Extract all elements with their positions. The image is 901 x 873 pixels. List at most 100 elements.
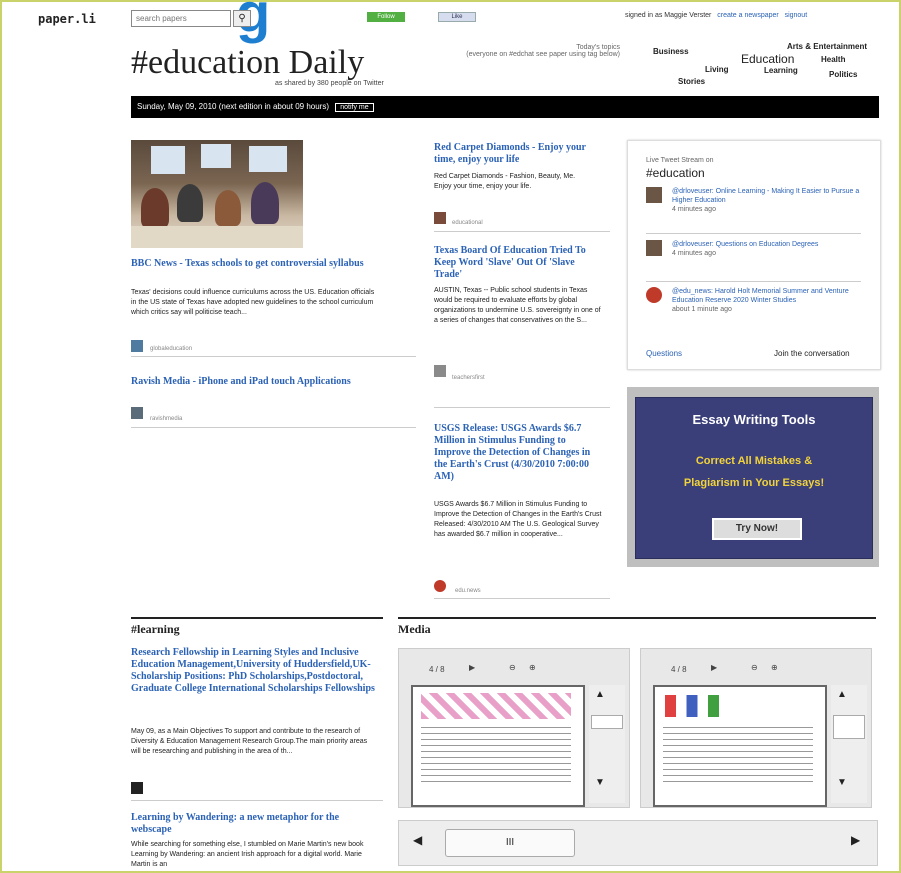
section-rule bbox=[398, 617, 876, 619]
source-avatar[interactable] bbox=[434, 212, 446, 224]
source-avatar[interactable] bbox=[131, 340, 143, 352]
document-page bbox=[411, 685, 585, 807]
tweet-item: @drloveuser: Online Learning - Making It… bbox=[646, 187, 861, 229]
ad-title: Essay Writing Tools bbox=[692, 412, 816, 427]
topic-business[interactable]: Business bbox=[653, 47, 689, 56]
section-rule bbox=[131, 617, 383, 619]
join-conversation-link[interactable]: Join the conversation bbox=[774, 349, 850, 358]
topic-stories[interactable]: Stories bbox=[678, 77, 705, 86]
horizontal-scrollbar[interactable]: ◀ III ▶ bbox=[398, 820, 878, 866]
scroll-down-icon[interactable]: ▼ bbox=[595, 777, 605, 788]
avatar[interactable] bbox=[646, 187, 662, 203]
search-input[interactable] bbox=[131, 10, 231, 27]
topic-politics[interactable]: Politics bbox=[829, 70, 857, 79]
follow-button[interactable]: Follow bbox=[367, 12, 405, 22]
vertical-scrollbar[interactable]: ▲ ▼ bbox=[831, 685, 867, 803]
viewer-toolbar: 4 / 8 ▶ ⊖ ⊕ bbox=[641, 659, 871, 675]
divider bbox=[434, 231, 610, 232]
tweet-stream-panel: Live Tweet Stream on #education @drloveu… bbox=[627, 140, 881, 370]
scroll-right-icon[interactable]: ▶ bbox=[851, 833, 860, 847]
page-title: #education Daily bbox=[131, 44, 365, 81]
questions-link[interactable]: Questions bbox=[646, 349, 682, 358]
scroll-thumb[interactable] bbox=[591, 715, 623, 729]
next-page-icon[interactable]: ▶ bbox=[469, 663, 475, 672]
chart-thumbnail bbox=[665, 695, 719, 717]
zoom-out-icon[interactable]: ⊖ bbox=[751, 663, 758, 672]
divider bbox=[646, 233, 861, 234]
ad-try-now-button[interactable]: Try Now! bbox=[712, 518, 802, 540]
article-title-link[interactable]: Texas Board Of Education Tried To Keep W… bbox=[434, 245, 604, 281]
advertisement[interactable]: Essay Writing Tools Correct All Mistakes… bbox=[627, 387, 879, 567]
notify-button[interactable]: notify me bbox=[335, 103, 374, 112]
divider bbox=[131, 427, 416, 428]
edition-bar: Sunday, May 09, 2010 (next edition in ab… bbox=[131, 96, 879, 118]
divider bbox=[646, 281, 861, 282]
topic-learning[interactable]: Learning bbox=[764, 66, 798, 75]
article-description: Red Carpet Diamonds - Fashion, Beauty, M… bbox=[434, 173, 576, 190]
page-counter: 4 / 8 bbox=[671, 665, 687, 674]
scroll-thumb[interactable]: III bbox=[445, 829, 575, 857]
like-button[interactable]: Like bbox=[438, 12, 476, 22]
topic-health[interactable]: Health bbox=[821, 55, 845, 64]
article-description: AUSTIN, Texas -- Public school students … bbox=[434, 287, 601, 324]
topic-arts[interactable]: Arts & Entertainment bbox=[787, 42, 867, 51]
source-avatar[interactable] bbox=[434, 365, 446, 377]
scroll-left-icon[interactable]: ◀ bbox=[413, 833, 422, 847]
section-heading-learning: #learning bbox=[131, 622, 180, 636]
divider bbox=[131, 356, 416, 357]
create-newspaper-link[interactable]: create a newspaper bbox=[717, 12, 778, 19]
section-heading-media: Media bbox=[398, 622, 431, 636]
text-lines bbox=[421, 727, 571, 787]
site-logo[interactable]: paper.li bbox=[38, 12, 96, 26]
source-avatar[interactable] bbox=[131, 407, 143, 419]
scroll-thumb[interactable] bbox=[833, 715, 865, 739]
article-title-link[interactable]: USGS Release: USGS Awards $6.7 Million i… bbox=[434, 423, 604, 483]
article-source[interactable]: educational bbox=[452, 220, 483, 226]
next-page-icon[interactable]: ▶ bbox=[711, 663, 717, 672]
user-bar: signed in as Maggie Verster create a new… bbox=[625, 12, 807, 19]
article-source[interactable]: ravishmedia bbox=[150, 416, 182, 422]
document-page bbox=[653, 685, 827, 807]
search-button[interactable]: ⚲ bbox=[233, 10, 251, 27]
divider bbox=[434, 598, 610, 599]
article-source[interactable]: teachersfirst bbox=[452, 375, 485, 381]
article-title-link[interactable]: Red Carpet Diamonds - Enjoy your time, e… bbox=[434, 142, 604, 166]
zoom-in-icon[interactable]: ⊕ bbox=[771, 663, 778, 672]
ad-text: Correct All Mistakes & Plagiarism in You… bbox=[683, 455, 825, 489]
article-source[interactable]: edu.news bbox=[455, 588, 481, 594]
article-title-link[interactable]: Learning by Wandering: a new metaphor fo… bbox=[131, 812, 376, 836]
next-edition-text: (next edition in about 09 hours) bbox=[218, 102, 329, 111]
viewer-toolbar: 4 / 8 ▶ ⊖ ⊕ bbox=[399, 659, 629, 675]
document-viewer[interactable]: 4 / 8 ▶ ⊖ ⊕ ▲ ▼ bbox=[640, 648, 872, 808]
document-viewer[interactable]: 4 / 8 ▶ ⊖ ⊕ ▲ ▼ bbox=[398, 648, 630, 808]
avatar[interactable] bbox=[646, 240, 662, 256]
edition-date: Sunday, May 09, 2010 bbox=[137, 102, 217, 111]
signed-in-text: signed in as Maggie Verster bbox=[625, 12, 712, 19]
vertical-scrollbar[interactable]: ▲ ▼ bbox=[589, 685, 625, 803]
topic-education[interactable]: Education bbox=[741, 52, 794, 66]
tweet-item: @edu_news: Harold Holt Memorial Summer a… bbox=[646, 287, 861, 331]
apple-icon[interactable] bbox=[434, 580, 446, 592]
article-description: While searching for something else, I st… bbox=[131, 841, 364, 868]
signout-link[interactable]: signout bbox=[785, 12, 808, 19]
topic-living[interactable]: Living bbox=[705, 65, 729, 74]
zoom-out-icon[interactable]: ⊖ bbox=[509, 663, 516, 672]
apple-icon[interactable] bbox=[646, 287, 662, 303]
scroll-up-icon[interactable]: ▲ bbox=[595, 689, 605, 700]
scroll-up-icon[interactable]: ▲ bbox=[837, 689, 847, 700]
classroom-photo[interactable] bbox=[131, 140, 303, 248]
scroll-down-icon[interactable]: ▼ bbox=[837, 777, 847, 788]
article-description: May 09, as a Main Objectives To support … bbox=[131, 728, 368, 755]
text-lines bbox=[663, 727, 813, 787]
tweet-item: @drloveuser: Questions on Education Degr… bbox=[646, 240, 861, 278]
tweet-stream-tag[interactable]: #education bbox=[646, 166, 705, 180]
source-avatar[interactable] bbox=[131, 782, 143, 794]
article-title-link[interactable]: Research Fellowship in Learning Styles a… bbox=[131, 647, 376, 695]
search-icon: ⚲ bbox=[238, 13, 246, 24]
shared-by-text: as shared by 380 people on Twitter bbox=[275, 80, 384, 87]
article-title-link[interactable]: BBC News - Texas schools to get controve… bbox=[131, 258, 381, 270]
article-source[interactable]: globaleducation bbox=[150, 346, 192, 352]
article-title-link[interactable]: Ravish Media - iPhone and iPad touch App… bbox=[131, 376, 416, 388]
divider bbox=[131, 800, 383, 801]
zoom-in-icon[interactable]: ⊕ bbox=[529, 663, 536, 672]
